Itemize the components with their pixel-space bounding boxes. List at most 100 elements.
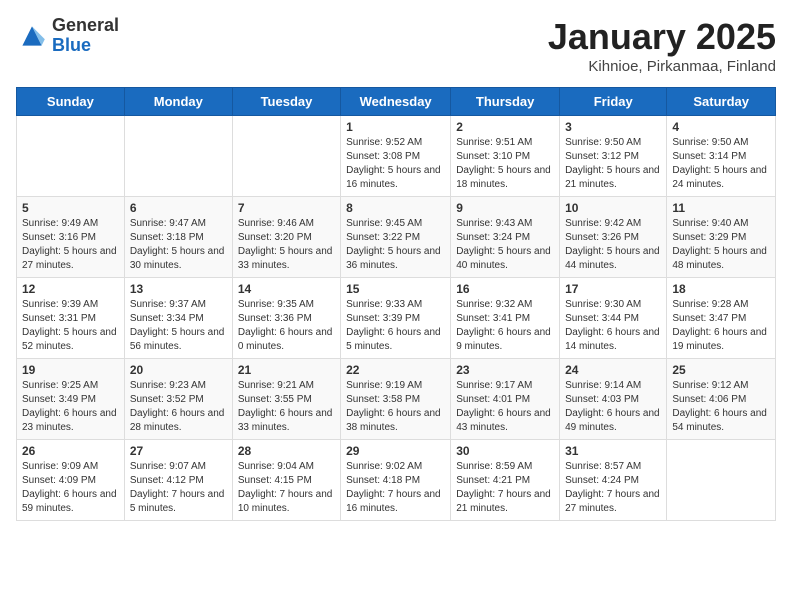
calendar-cell: 21Sunrise: 9:21 AM Sunset: 3:55 PM Dayli…	[232, 359, 340, 440]
weekday-header-wednesday: Wednesday	[341, 88, 451, 116]
day-number: 9	[456, 201, 554, 215]
day-number: 23	[456, 363, 554, 377]
day-info: Sunrise: 9:30 AM Sunset: 3:44 PM Dayligh…	[565, 298, 661, 354]
weekday-header-row: SundayMondayTuesdayWednesdayThursdayFrid…	[17, 88, 776, 116]
calendar-cell: 12 Sunrise: 9:39 AM Sunset: 3:31 PM Dayli…	[17, 278, 125, 359]
day-number: 14	[238, 282, 335, 296]
calendar-cell: 10 Sunrise: 9:42 AM Sunset: 3:26 PM Dayli…	[560, 197, 667, 278]
weekday-header-thursday: Thursday	[451, 88, 560, 116]
day-number: 28	[238, 444, 335, 458]
day-number: 17	[565, 282, 661, 296]
day-number: 6	[130, 201, 227, 215]
calendar-cell: 24 Sunrise: 9:14 AM Sunset: 4:03 PM Dayli…	[560, 359, 667, 440]
calendar-cell: 28Sunrise: 9:04 AM Sunset: 4:15 PM Dayli…	[232, 440, 340, 521]
calendar-cell: 9 Sunrise: 9:43 AM Sunset: 3:24 PM Daylig…	[451, 197, 560, 278]
calendar-cell: 18 Sunrise: 9:28 AM Sunset: 3:47 PM Dayli…	[667, 278, 776, 359]
day-number: 30	[456, 444, 554, 458]
page-header: General Blue January 2025 Kihnioe, Pirka…	[16, 16, 776, 75]
day-info: Sunrise: 9:23 AM Sunset: 3:52 PM Dayligh…	[130, 379, 227, 435]
day-info: Sunrise: 9:42 AM Sunset: 3:26 PM Dayligh…	[565, 217, 661, 273]
calendar-cell	[124, 116, 232, 197]
day-info: Sunrise: 9:40 AM Sunset: 3:29 PM Dayligh…	[672, 217, 770, 273]
calendar-cell: 13 Sunrise: 9:37 AM Sunset: 3:34 PM Dayli…	[124, 278, 232, 359]
day-info: Sunrise: 9:28 AM Sunset: 3:47 PM Dayligh…	[672, 298, 770, 354]
day-number: 7	[238, 201, 335, 215]
calendar-cell: 26Sunrise: 9:09 AM Sunset: 4:09 PM Dayli…	[17, 440, 125, 521]
calendar-cell: 3 Sunrise: 9:50 AM Sunset: 3:12 PM Daylig…	[560, 116, 667, 197]
title-section: January 2025 Kihnioe, Pirkanmaa, Finland	[548, 16, 776, 75]
calendar-cell	[232, 116, 340, 197]
calendar-body: 1 Sunrise: 9:52 AM Sunset: 3:08 PM Daylig…	[17, 116, 776, 521]
day-info: Sunrise: 9:21 AM Sunset: 3:55 PM Dayligh…	[238, 379, 335, 435]
calendar-cell: 31Sunrise: 8:57 AM Sunset: 4:24 PM Dayli…	[560, 440, 667, 521]
day-number: 8	[346, 201, 445, 215]
day-info: Sunrise: 9:43 AM Sunset: 3:24 PM Dayligh…	[456, 217, 554, 273]
day-number: 18	[672, 282, 770, 296]
day-info: Sunrise: 9:35 AM Sunset: 3:36 PM Dayligh…	[238, 298, 335, 354]
calendar-cell: 8Sunrise: 9:45 AM Sunset: 3:22 PM Daylig…	[341, 197, 451, 278]
month-title: January 2025	[548, 16, 776, 58]
day-number: 25	[672, 363, 770, 377]
day-number: 12	[22, 282, 119, 296]
day-number: 16	[456, 282, 554, 296]
day-info: Sunrise: 9:37 AM Sunset: 3:34 PM Dayligh…	[130, 298, 227, 354]
day-info: Sunrise: 9:25 AM Sunset: 3:49 PM Dayligh…	[22, 379, 119, 435]
day-info: Sunrise: 9:19 AM Sunset: 3:58 PM Dayligh…	[346, 379, 445, 435]
weekday-header-friday: Friday	[560, 88, 667, 116]
logo-text: General Blue	[52, 16, 119, 56]
calendar-cell: 15 Sunrise: 9:33 AM Sunset: 3:39 PM Dayli…	[341, 278, 451, 359]
day-info: Sunrise: 9:12 AM Sunset: 4:06 PM Dayligh…	[672, 379, 770, 435]
weekday-header-tuesday: Tuesday	[232, 88, 340, 116]
day-number: 10	[565, 201, 661, 215]
day-number: 26	[22, 444, 119, 458]
calendar-cell: 27 Sunrise: 9:07 AM Sunset: 4:12 PM Dayli…	[124, 440, 232, 521]
calendar-week-row: 12 Sunrise: 9:39 AM Sunset: 3:31 PM Dayli…	[17, 278, 776, 359]
calendar-cell: 23 Sunrise: 9:17 AM Sunset: 4:01 PM Dayli…	[451, 359, 560, 440]
calendar-cell: 20Sunrise: 9:23 AM Sunset: 3:52 PM Dayli…	[124, 359, 232, 440]
calendar-cell: 2 Sunrise: 9:51 AM Sunset: 3:10 PM Daylig…	[451, 116, 560, 197]
calendar-cell: 6 Sunrise: 9:47 AM Sunset: 3:18 PM Daylig…	[124, 197, 232, 278]
logo-blue-text: Blue	[52, 36, 119, 56]
weekday-header-monday: Monday	[124, 88, 232, 116]
calendar-cell	[17, 116, 125, 197]
day-info: Sunrise: 9:46 AM Sunset: 3:20 PM Dayligh…	[238, 217, 335, 273]
calendar-week-row: 5Sunrise: 9:49 AM Sunset: 3:16 PM Daylig…	[17, 197, 776, 278]
calendar-cell: 17 Sunrise: 9:30 AM Sunset: 3:44 PM Dayli…	[560, 278, 667, 359]
day-number: 24	[565, 363, 661, 377]
calendar-week-row: 1 Sunrise: 9:52 AM Sunset: 3:08 PM Daylig…	[17, 116, 776, 197]
day-info: Sunrise: 9:52 AM Sunset: 3:08 PM Dayligh…	[346, 136, 445, 192]
day-number: 22	[346, 363, 445, 377]
calendar-cell: 22 Sunrise: 9:19 AM Sunset: 3:58 PM Dayli…	[341, 359, 451, 440]
day-info: Sunrise: 9:49 AM Sunset: 3:16 PM Dayligh…	[22, 217, 119, 273]
calendar-week-row: 26Sunrise: 9:09 AM Sunset: 4:09 PM Dayli…	[17, 440, 776, 521]
day-info: Sunrise: 9:39 AM Sunset: 3:31 PM Dayligh…	[22, 298, 119, 354]
day-number: 4	[672, 120, 770, 134]
calendar-cell: 5Sunrise: 9:49 AM Sunset: 3:16 PM Daylig…	[17, 197, 125, 278]
day-number: 11	[672, 201, 770, 215]
day-number: 1	[346, 120, 445, 134]
day-number: 13	[130, 282, 227, 296]
day-info: Sunrise: 9:33 AM Sunset: 3:39 PM Dayligh…	[346, 298, 445, 354]
day-info: Sunrise: 9:17 AM Sunset: 4:01 PM Dayligh…	[456, 379, 554, 435]
location-subtitle: Kihnioe, Pirkanmaa, Finland	[548, 58, 776, 75]
day-info: Sunrise: 9:50 AM Sunset: 3:12 PM Dayligh…	[565, 136, 661, 192]
logo: General Blue	[16, 16, 119, 56]
day-info: Sunrise: 9:07 AM Sunset: 4:12 PM Dayligh…	[130, 460, 227, 516]
weekday-header-saturday: Saturday	[667, 88, 776, 116]
day-number: 27	[130, 444, 227, 458]
logo-icon	[16, 20, 48, 52]
calendar-cell: 16Sunrise: 9:32 AM Sunset: 3:41 PM Dayli…	[451, 278, 560, 359]
calendar-cell: 7 Sunrise: 9:46 AM Sunset: 3:20 PM Daylig…	[232, 197, 340, 278]
day-info: Sunrise: 8:57 AM Sunset: 4:24 PM Dayligh…	[565, 460, 661, 516]
day-info: Sunrise: 9:14 AM Sunset: 4:03 PM Dayligh…	[565, 379, 661, 435]
day-number: 2	[456, 120, 554, 134]
calendar-cell: 19Sunrise: 9:25 AM Sunset: 3:49 PM Dayli…	[17, 359, 125, 440]
day-info: Sunrise: 9:47 AM Sunset: 3:18 PM Dayligh…	[130, 217, 227, 273]
day-number: 3	[565, 120, 661, 134]
day-info: Sunrise: 9:51 AM Sunset: 3:10 PM Dayligh…	[456, 136, 554, 192]
calendar-cell: 30Sunrise: 8:59 AM Sunset: 4:21 PM Dayli…	[451, 440, 560, 521]
day-info: Sunrise: 9:02 AM Sunset: 4:18 PM Dayligh…	[346, 460, 445, 516]
day-number: 29	[346, 444, 445, 458]
logo-general-text: General	[52, 16, 119, 36]
day-number: 15	[346, 282, 445, 296]
